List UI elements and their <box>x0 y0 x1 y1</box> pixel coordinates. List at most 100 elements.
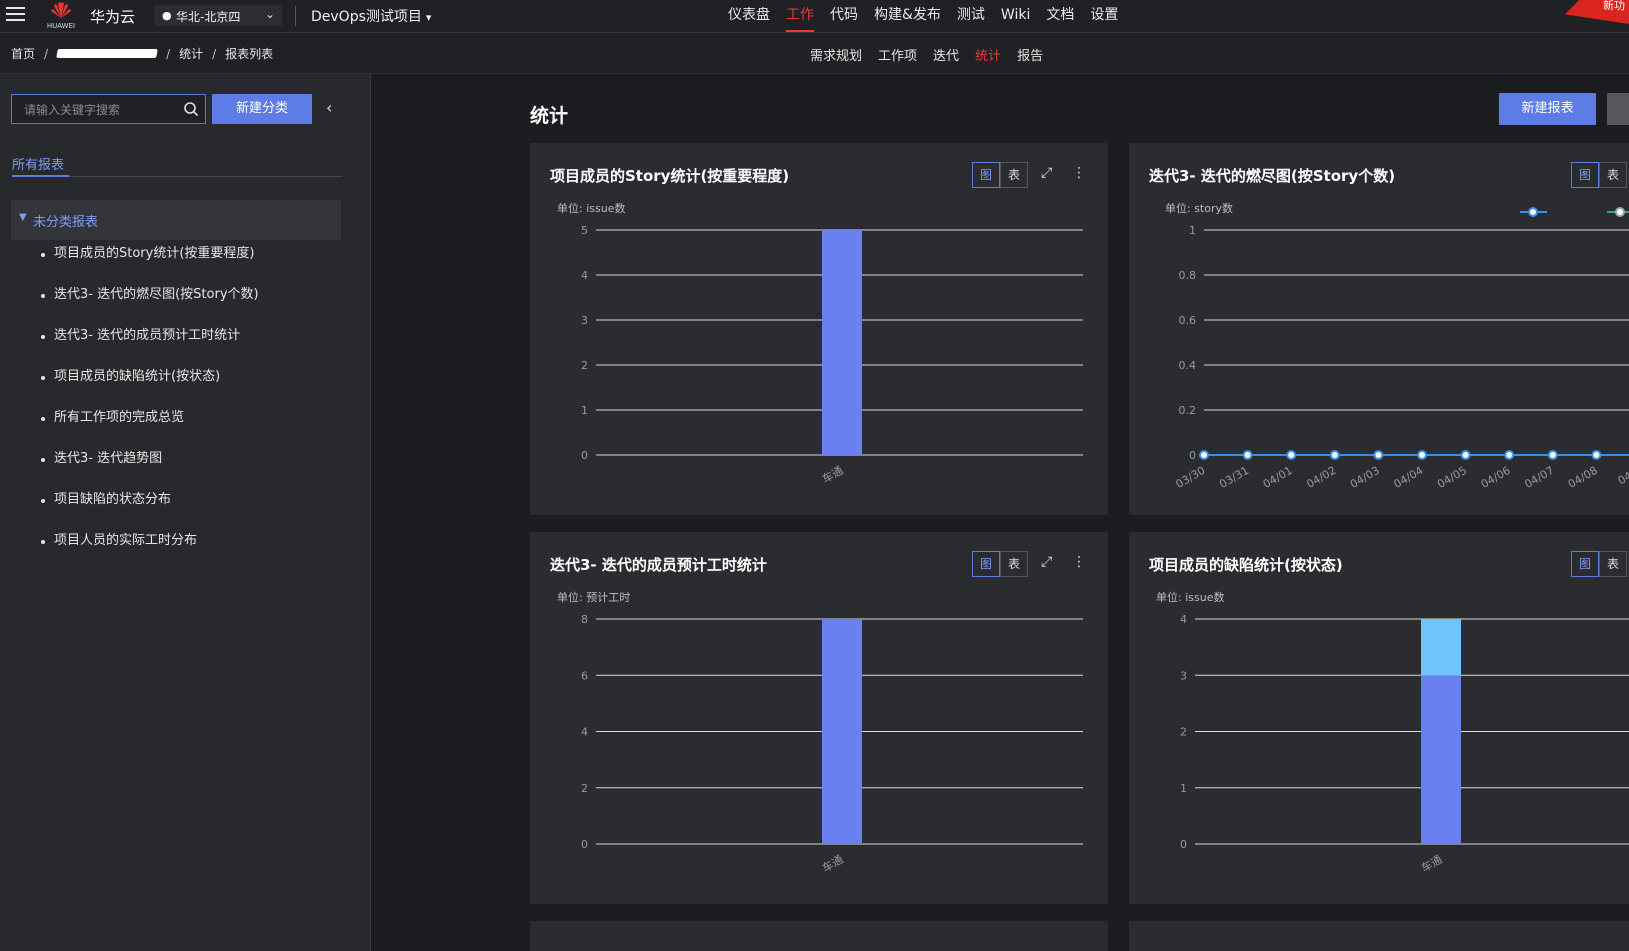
chevron-down-icon: ▾ <box>425 11 432 24</box>
brand-name[interactable]: 华为云 <box>90 6 135 27</box>
report-list-item[interactable]: 项目成员的Story统计(按重要程度) <box>40 244 259 285</box>
subnav-item-2[interactable]: 迭代 <box>933 45 959 64</box>
data-point[interactable] <box>1286 450 1297 460</box>
region-label: 华北-北京四 <box>176 10 241 24</box>
nav-item-4[interactable]: 测试 <box>949 0 993 32</box>
report-list-item[interactable]: 迭代3- 迭代的燃尽图(按Story个数) <box>40 285 259 326</box>
nav-item-5[interactable]: Wiki <box>993 0 1038 32</box>
y-tick-label: 2 <box>1180 726 1187 739</box>
x-tick-label: 04/0 <box>1616 464 1629 488</box>
sidebar: 新建分类 ‹ 所有报表 ▼ 未分类报表 项目成员的Story统计(按重要程度)迭… <box>0 74 371 951</box>
data-point[interactable] <box>1460 450 1471 460</box>
breadcrumb-report-list: 报表列表 <box>225 47 274 61</box>
search-input[interactable] <box>12 95 186 125</box>
data-point[interactable] <box>1242 450 1253 460</box>
breadcrumb-home[interactable]: 首页 <box>11 45 35 62</box>
y-tick-label: 2 <box>581 359 588 372</box>
breadcrumb-statistics[interactable]: 统计 <box>179 45 203 62</box>
data-point[interactable] <box>1199 450 1209 460</box>
subnav-item-3[interactable]: 统计 <box>975 45 1001 64</box>
subnav-item-1[interactable]: 工作项 <box>878 45 917 64</box>
huawei-logo-icon <box>51 2 71 18</box>
data-point[interactable] <box>1329 450 1340 460</box>
report-list-item[interactable]: 项目缺陷的状态分布 <box>40 490 259 531</box>
y-tick-label: 4 <box>1180 613 1187 626</box>
report-list-item[interactable]: 迭代3- 迭代趋势图 <box>40 449 259 490</box>
bar[interactable] <box>1421 619 1461 676</box>
x-tick-label: 车通 <box>819 463 845 486</box>
data-point[interactable] <box>1591 450 1602 460</box>
new-report-button[interactable]: 新建报表 <box>1499 93 1596 125</box>
breadcrumb-separator: / <box>44 46 49 61</box>
report-list-item[interactable]: 项目人员的实际工时分布 <box>40 531 259 572</box>
data-point[interactable] <box>1504 450 1515 460</box>
legend-marker[interactable] <box>1528 207 1538 217</box>
report-card: 项目成员的缺陷统计(按状态) 图表单位: issue数 0 1 2 3 4 车通 <box>1129 532 1629 904</box>
report-card <box>530 921 1108 951</box>
nav-item-3[interactable]: 构建&发布 <box>866 0 949 32</box>
y-tick-label: 0 <box>581 838 588 851</box>
y-tick-label: 0 <box>581 449 588 462</box>
breadcrumb: 首页 / / 统计 / 报表列表 <box>11 45 273 62</box>
nav-item-2[interactable]: 代码 <box>822 0 866 32</box>
y-tick-label: 6 <box>581 669 588 682</box>
x-tick-label: 04/02 <box>1304 464 1338 491</box>
new-feature-badge[interactable]: 新功 <box>1565 0 1629 24</box>
x-tick-label: 04/01 <box>1261 464 1295 491</box>
project-name: DevOps测试项目 <box>311 9 422 25</box>
subnav-item-0[interactable]: 需求规划 <box>810 45 862 64</box>
search-field[interactable] <box>11 94 206 125</box>
bar[interactable] <box>1421 675 1461 844</box>
bar[interactable] <box>822 619 862 844</box>
data-point[interactable] <box>1417 450 1427 460</box>
report-card: 项目成员的Story统计(按重要程度) 图表 ⤢ ⋮ 单位: issue数 0 1 2 3 4 5 车… <box>530 143 1108 515</box>
y-tick-label: 8 <box>581 613 588 626</box>
x-tick-label: 车通 <box>1418 852 1444 875</box>
y-tick-label: 2 <box>581 782 588 795</box>
data-point[interactable] <box>1373 450 1384 460</box>
y-tick-label: 0 <box>1180 838 1187 851</box>
x-tick-label: 04/06 <box>1479 464 1513 491</box>
location-pin-icon: ● <box>162 9 172 22</box>
subnav-item-4[interactable]: 报告 <box>1017 45 1043 64</box>
search-icon[interactable] <box>183 101 199 117</box>
report-list-item[interactable]: 所有工作项的完成总览 <box>40 408 259 449</box>
x-tick-label: 03/31 <box>1217 464 1251 491</box>
chart-svg: 0 0.2 0.4 0.6 0.8 1 03/30 03/31 04/01 04/02 04/03 0… <box>1174 207 1629 491</box>
nav-item-7[interactable]: 设置 <box>1082 0 1126 32</box>
more-button[interactable] <box>1607 93 1629 125</box>
x-tick-label: 04/04 <box>1392 464 1426 491</box>
report-group-label: 未分类报表 <box>33 215 99 230</box>
report-list-item[interactable]: 迭代3- 迭代的成员预计工时统计 <box>40 326 259 367</box>
huawei-logo[interactable]: HUAWEI <box>46 1 76 30</box>
collapse-sidebar-icon[interactable]: ‹ <box>326 98 332 117</box>
tab-all-reports[interactable]: 所有报表 <box>12 154 64 173</box>
chart-svg: 0 1 2 3 4 5 车通 <box>581 224 1083 486</box>
nav-item-6[interactable]: 文档 <box>1038 0 1082 32</box>
sub-nav: 需求规划 工作项 迭代 统计 报告 <box>810 45 1059 64</box>
breadcrumb-project-redacted[interactable] <box>56 49 158 58</box>
legend-marker[interactable] <box>1615 207 1625 217</box>
nav-item-1[interactable]: 工作 <box>778 0 822 32</box>
report-card: 迭代3- 迭代的燃尽图(按Story个数) 图表单位: story数 0 0.2 0.4… <box>1129 143 1629 515</box>
y-tick-label: 0.4 <box>1179 359 1197 372</box>
report-list-item[interactable]: 项目成员的缺陷统计(按状态) <box>40 367 259 408</box>
y-tick-label: 0.8 <box>1179 269 1197 282</box>
region-select[interactable]: ● 华北-北京四 ⌄ <box>154 5 282 26</box>
menu-icon[interactable] <box>6 7 25 23</box>
y-tick-label: 0.6 <box>1179 314 1197 327</box>
project-select[interactable]: DevOps测试项目 ▾ <box>311 6 431 26</box>
y-tick-label: 1 <box>1189 224 1196 237</box>
tab-active-indicator <box>12 175 69 177</box>
chart-svg: 0 1 2 3 4 车通 <box>1180 613 1629 875</box>
bar[interactable] <box>822 230 862 455</box>
report-group-uncategorized[interactable]: ▼ 未分类报表 <box>11 200 341 240</box>
main-nav: 仪表盘 工作 代码 构建&发布 测试 Wiki 文档 设置 <box>720 0 1126 32</box>
y-tick-label: 3 <box>581 314 588 327</box>
report-card: 迭代3- 迭代的成员预计工时统计图表 ⤢ ⋮ 单位: 预计工时 0 2 4 6 8 车通 <box>530 532 1108 904</box>
nav-item-0[interactable]: 仪表盘 <box>720 0 778 32</box>
data-point[interactable] <box>1547 450 1558 460</box>
new-category-button[interactable]: 新建分类 <box>212 94 312 124</box>
y-tick-label: 0 <box>1189 449 1196 462</box>
x-tick-label: 04/03 <box>1348 464 1382 491</box>
